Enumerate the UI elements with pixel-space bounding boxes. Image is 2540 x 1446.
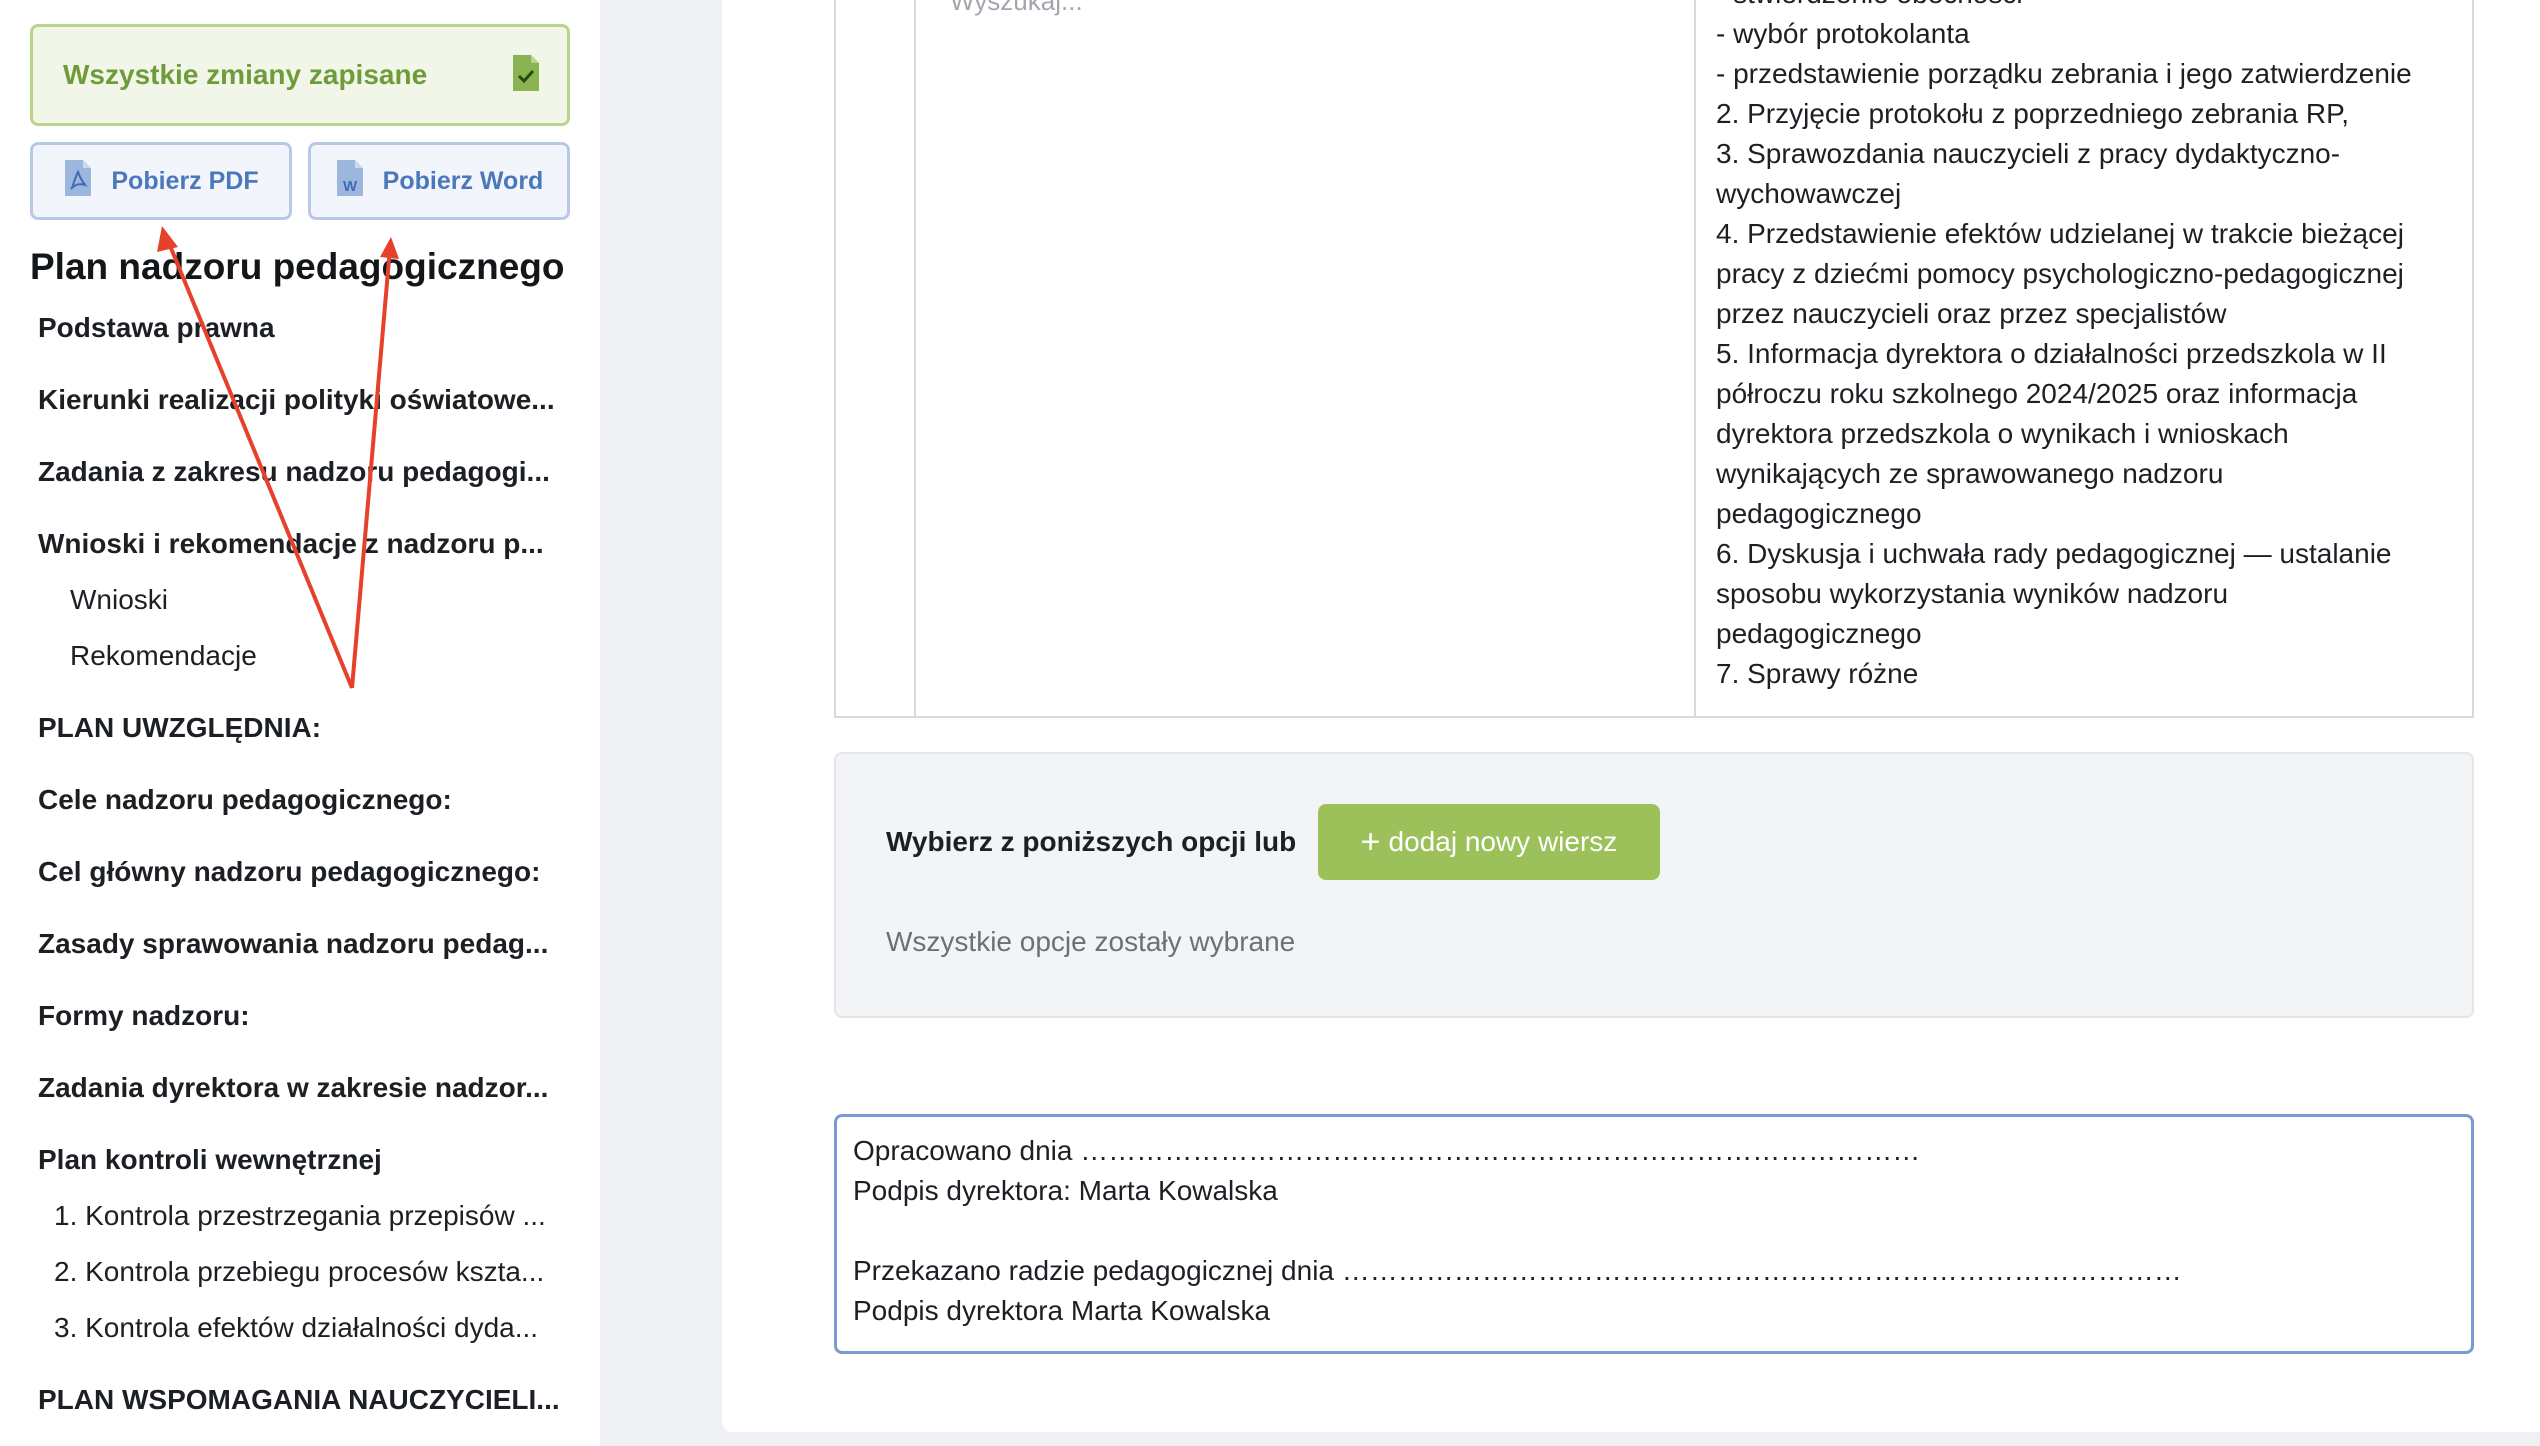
agenda-line: pracy z dziećmi pomocy psychologiczno-pe…	[1716, 258, 2404, 289]
nav-item-formy-nadzoru[interactable]: Formy nadzoru:	[30, 994, 570, 1066]
agenda-line: wychowawczej	[1716, 178, 1902, 209]
agenda-line: 3. Sprawozdania nauczycieli z pracy dyda…	[1716, 138, 2341, 169]
plus-icon: +	[1360, 823, 1381, 861]
agenda-line: - stwierdzenie obecności	[1716, 0, 2476, 14]
agenda-line: przez nauczycieli oraz przez specjalistó…	[1716, 298, 2227, 329]
chevron-down-icon[interactable]	[1654, 0, 1672, 2]
nav-item-plan-wspomagania[interactable]: PLAN WSPOMAGANIA NAUCZYCIELI...	[30, 1378, 570, 1446]
footer-line: Podpis dyrektora Marta Kowalska	[853, 1295, 1271, 1326]
pdf-file-icon	[63, 158, 93, 205]
nav-item-zadania-dyrektora[interactable]: Zadania dyrektora w zakresie nadzor...	[30, 1066, 570, 1138]
agenda-line: 7. Sprawy różne	[1716, 658, 1919, 689]
agenda-line: 4. Przedstawienie efektów udzielanej w t…	[1716, 218, 2404, 249]
download-pdf-label: Pobierz PDF	[111, 166, 259, 195]
agenda-table: Wyszukaj... - stwierdzenie obecności - w…	[834, 0, 2474, 718]
sidebar: Wszystkie zmiany zapisane Pobierz PDF W …	[0, 0, 600, 1446]
download-word-label: Pobierz Word	[382, 166, 544, 195]
word-file-icon: W	[335, 158, 365, 205]
table-cell-index	[836, 0, 916, 716]
nav-item-cel-glowny[interactable]: Cel główny nadzoru pedagogicznego:	[30, 850, 570, 922]
table-cell-select: Wyszukaj...	[916, 0, 1696, 716]
agenda-line: - wybór protokolanta	[1716, 18, 1970, 49]
search-select-placeholder[interactable]: Wyszukaj...	[950, 0, 1083, 17]
agenda-line: pedagogicznego	[1716, 498, 1922, 529]
footer-line: Opracowano dnia …………………………………………………………………	[853, 1135, 1921, 1166]
agenda-line: pedagogicznego	[1716, 618, 1922, 649]
add-new-row-button[interactable]: + dodaj nowy wiersz	[1318, 804, 1660, 880]
nav-subitem-rekomendacje[interactable]: Rekomendacje	[30, 634, 570, 706]
agenda-line: - przedstawienie porządku zebrania i jeg…	[1716, 58, 2412, 89]
document-outline-nav: Podstawa prawna Kierunki realizacji poli…	[30, 306, 570, 1446]
nav-item-zadania-nadzoru[interactable]: Zadania z zakresu nadzoru pedagogi...	[30, 450, 570, 522]
nav-subitem-kontrola-1[interactable]: 1. Kontrola przestrzegania przepisów ...	[30, 1194, 570, 1250]
nav-item-plan-kontroli[interactable]: Plan kontroli wewnętrznej	[30, 1138, 570, 1194]
options-panel: Wybierz z poniższych opcji lub + dodaj n…	[834, 752, 2474, 1018]
nav-subitem-kontrola-3[interactable]: 3. Kontrola efektów działalności dyda...	[30, 1306, 570, 1378]
add-new-row-label: dodaj nowy wiersz	[1388, 826, 1618, 857]
download-pdf-button[interactable]: Pobierz PDF	[30, 142, 292, 220]
agenda-line: 2. Przyjęcie protokołu z poprzedniego ze…	[1716, 98, 2349, 129]
nav-item-podstawa-prawna[interactable]: Podstawa prawna	[30, 306, 570, 378]
sidebar-title: Plan nadzoru pedagogicznego	[30, 246, 565, 287]
options-status-message: Wszystkie opcje zostały wybrane	[886, 926, 1296, 957]
saved-document-check-icon	[511, 53, 541, 98]
agenda-text[interactable]: - stwierdzenie obecności - wybór protoko…	[1716, 0, 2476, 694]
save-status-banner: Wszystkie zmiany zapisane	[30, 24, 570, 126]
options-label: Wybierz z poniższych opcji lub	[886, 826, 1297, 857]
download-word-button[interactable]: W Pobierz Word	[308, 142, 570, 220]
svg-text:W: W	[343, 178, 358, 195]
nav-item-zasady-nadzoru[interactable]: Zasady sprawowania nadzoru pedag...	[30, 922, 570, 994]
main-editor-card: Wyszukaj... - stwierdzenie obecności - w…	[722, 0, 2540, 1432]
footer-signature-editor[interactable]: Opracowano dnia …………………………………………………………………	[834, 1114, 2474, 1354]
nav-item-plan-uwzglednia[interactable]: PLAN UWZGLĘDNIA:	[30, 706, 570, 778]
nav-subitem-kontrola-2[interactable]: 2. Kontrola przebiegu procesów kszta...	[30, 1250, 570, 1306]
agenda-line: wynikających ze sprawowanego nadzoru	[1716, 458, 2224, 489]
nav-item-wnioski-rekomendacje[interactable]: Wnioski i rekomendacje z nadzoru p...	[30, 522, 570, 578]
agenda-line: 5. Informacja dyrektora o działalności p…	[1716, 338, 2387, 369]
nav-item-cele-nadzoru[interactable]: Cele nadzoru pedagogicznego:	[30, 778, 570, 850]
agenda-line: dyrektora przedszkola o wynikach i wnios…	[1716, 418, 2289, 449]
footer-line	[853, 1211, 2455, 1251]
agenda-line: 6. Dyskusja i uchwała rady pedagogicznej…	[1716, 538, 2392, 569]
nav-item-kierunki-polityki[interactable]: Kierunki realizacji polityki oświatowe..…	[30, 378, 570, 450]
agenda-line: sposobu wykorzystania wyników nadzoru	[1716, 578, 2229, 609]
agenda-line: półroczu roku szkolnego 2024/2025 oraz i…	[1716, 378, 2358, 409]
nav-subitem-wnioski[interactable]: Wnioski	[30, 578, 570, 634]
table-cell-agenda: - stwierdzenie obecności - wybór protoko…	[1696, 0, 2474, 716]
footer-line: Przekazano radzie pedagogicznej dnia …………	[853, 1255, 2182, 1286]
save-status-text: Wszystkie zmiany zapisane	[63, 59, 428, 90]
footer-line: Podpis dyrektora: Marta Kowalska	[853, 1175, 1278, 1206]
